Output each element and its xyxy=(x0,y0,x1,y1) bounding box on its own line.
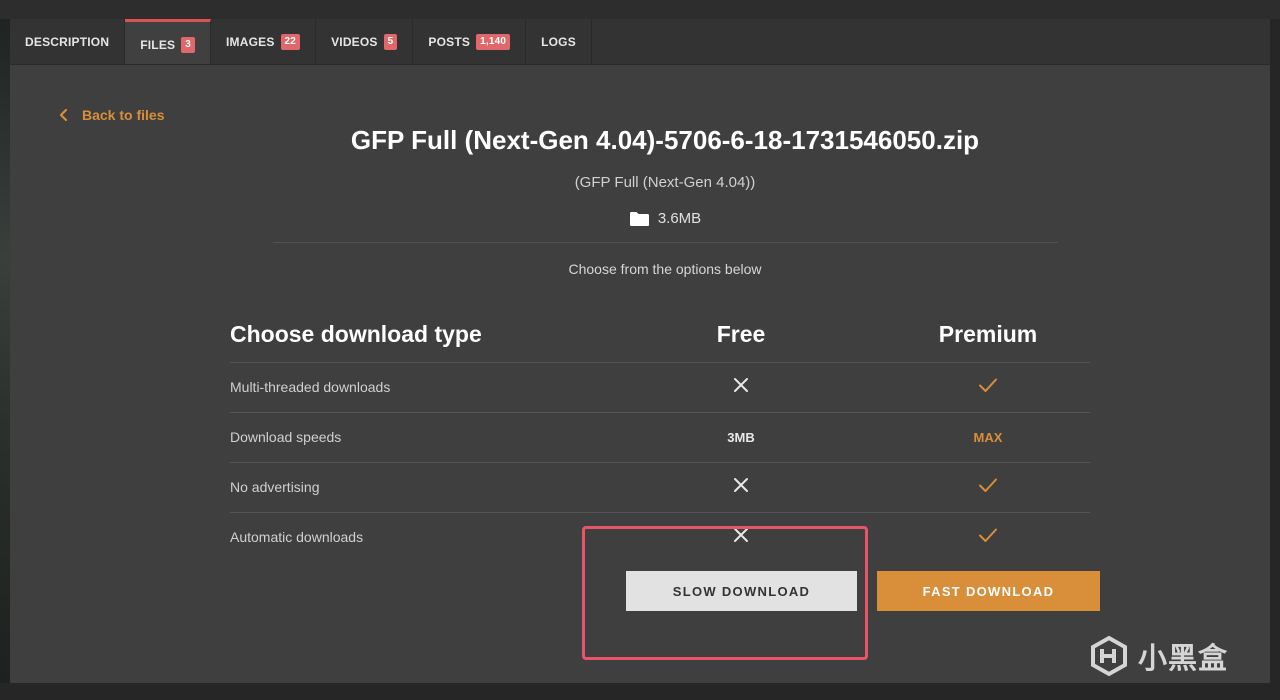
table-divider xyxy=(230,412,1090,413)
chevron-left-icon xyxy=(59,108,68,122)
tab-posts[interactable]: POSTS 1,140 xyxy=(413,19,527,64)
divider xyxy=(273,242,1058,243)
watermark: 小黑盒 xyxy=(1088,635,1228,677)
watermark-text: 小黑盒 xyxy=(1138,643,1229,675)
check-icon xyxy=(979,528,997,542)
tab-files-label: FILES xyxy=(140,37,176,52)
tab-files[interactable]: FILES 3 xyxy=(125,19,211,64)
free-column-heading: Free xyxy=(716,321,766,347)
table-divider xyxy=(230,362,1090,363)
highlight-annotation-box xyxy=(582,526,868,660)
file-subtitle: (GFP Full (Next-Gen 4.04)) xyxy=(574,174,756,191)
back-to-files-link[interactable]: Back to files xyxy=(57,107,164,123)
feature-label-automatic-downloads: Automatic downloads xyxy=(230,529,364,545)
fast-download-button[interactable]: FAST DOWNLOAD xyxy=(877,571,1100,611)
premium-advertising-cell xyxy=(928,477,1048,498)
free-advertising-cell xyxy=(681,477,801,498)
tab-videos[interactable]: VIDEOS 5 xyxy=(316,19,414,64)
tab-images-count-badge: 22 xyxy=(280,33,301,50)
free-multithreaded-cell xyxy=(681,377,801,398)
free-speed-value: 3MB xyxy=(727,430,755,445)
table-divider xyxy=(230,462,1090,463)
feature-label-download-speeds: Download speeds xyxy=(230,429,342,445)
choose-options-note: Choose from the options below xyxy=(568,261,762,277)
tab-posts-label: POSTS xyxy=(428,34,471,49)
file-size-info: 3.6MB xyxy=(10,210,1280,227)
top-bar xyxy=(0,0,1280,19)
tab-images-label: IMAGES xyxy=(226,34,275,49)
tab-logs-label: LOGS xyxy=(541,34,576,49)
back-to-files-label: Back to files xyxy=(82,107,165,123)
tab-images[interactable]: IMAGES 22 xyxy=(211,19,317,64)
check-icon xyxy=(979,478,997,492)
xiaoheihe-logo-icon xyxy=(1091,635,1127,677)
background-strip-right xyxy=(1270,19,1280,700)
feature-label-no-advertising: No advertising xyxy=(230,479,320,495)
premium-column-heading: Premium xyxy=(938,321,1038,347)
check-icon xyxy=(979,378,997,392)
file-size-value: 3.6MB xyxy=(657,210,702,227)
feature-label-multithreaded: Multi-threaded downloads xyxy=(230,379,391,395)
comparison-heading: Choose download type xyxy=(230,321,482,347)
tab-description[interactable]: DESCRIPTION xyxy=(10,19,126,64)
bottom-bar xyxy=(0,683,1280,700)
premium-automatic-cell xyxy=(928,527,1048,548)
cross-icon xyxy=(734,378,748,392)
download-panel: Back to files GFP Full (Next-Gen 4.04)-5… xyxy=(10,65,1270,683)
tab-logs[interactable]: LOGS xyxy=(526,19,592,64)
file-name-title: GFP Full (Next-Gen 4.04)-5706-6-18-17315… xyxy=(350,125,980,155)
premium-multithreaded-cell xyxy=(928,377,1048,398)
premium-speed-value: MAX xyxy=(973,430,1003,445)
tab-posts-count-badge: 1,140 xyxy=(476,33,511,50)
cross-icon xyxy=(734,478,748,492)
tab-description-label: DESCRIPTION xyxy=(25,34,110,49)
tab-videos-count-badge: 5 xyxy=(383,33,398,50)
mod-tab-bar: DESCRIPTION FILES 3 IMAGES 22 VIDEOS 5 P… xyxy=(10,19,1270,65)
tab-videos-label: VIDEOS xyxy=(331,34,378,49)
tab-files-count-badge: 3 xyxy=(181,36,195,53)
table-divider xyxy=(230,512,1090,513)
background-strip-left xyxy=(0,19,10,700)
folder-icon xyxy=(629,211,649,226)
